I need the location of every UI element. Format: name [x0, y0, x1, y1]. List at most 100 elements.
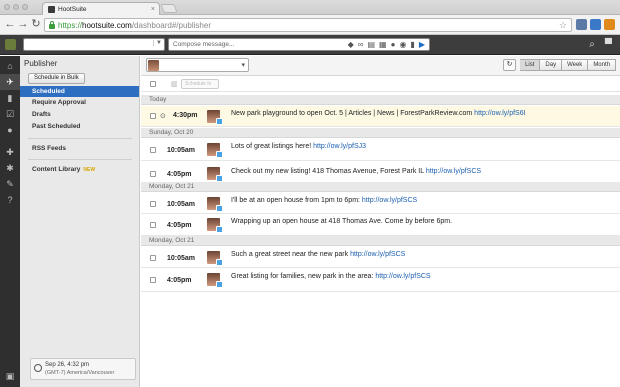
contacts-icon[interactable]: ● — [0, 122, 20, 138]
message-checkbox[interactable] — [150, 222, 156, 228]
profile-selector[interactable]: ▼ — [23, 38, 165, 51]
refresh-icon[interactable]: ↻ — [503, 59, 517, 71]
extension-check-icon[interactable] — [590, 19, 601, 30]
extension-hootlet-icon[interactable] — [576, 19, 587, 30]
analytics-icon[interactable]: ▮ — [0, 90, 20, 106]
logout-icon[interactable]: ▣ — [0, 368, 20, 384]
url-host: hootsuite.com — [82, 20, 132, 30]
message-link[interactable]: http://ow.ly/pfSCS — [362, 197, 417, 204]
privacy-icon[interactable]: ◉ — [399, 40, 406, 50]
publisher-icon[interactable]: ✈ — [0, 74, 20, 90]
tools-icon[interactable]: ✎ — [0, 176, 20, 192]
tab-month[interactable]: Month — [588, 59, 616, 71]
nav-rail: ⌂ ✈ ▮ ☑ ● ✚ ✱ ✎ ? ▣ — [0, 56, 20, 387]
message-body: Check out my new listing! 418 Thomas Ave… — [231, 168, 426, 175]
message-checkbox[interactable] — [150, 171, 156, 177]
day-header: Sunday, Oct 20 — [141, 128, 620, 138]
sidebar-item-content-library[interactable]: Content Library NEW — [20, 164, 139, 175]
tag-icon[interactable]: ◆ — [348, 40, 354, 50]
message-time: 4:05pm — [167, 277, 192, 284]
forward-icon[interactable]: → — [17, 18, 29, 31]
twitter-icon — [216, 118, 223, 125]
chevron-down-icon: ▾ — [241, 62, 245, 69]
browser-tab[interactable]: HootSuite × — [42, 2, 160, 15]
message-checkbox[interactable] — [150, 201, 156, 207]
timezone-clock[interactable]: Sep 26, 4:32 pm (GMT-7) America/Vancouve… — [30, 358, 136, 380]
schedule-in-bulk-button[interactable]: Schedule in Bulk — [28, 73, 85, 84]
message-checkbox[interactable] — [150, 255, 156, 261]
sidebar-item-drafts[interactable]: Drafts — [20, 109, 139, 120]
message-row[interactable]: ⊙ 4:30pm New park playground to open Oct… — [141, 106, 620, 127]
twitter-icon — [216, 205, 223, 212]
browser-tab-bar: HootSuite × — [0, 0, 620, 15]
sidebar-divider — [28, 138, 132, 139]
browser-menu-icon[interactable] — [604, 19, 615, 30]
message-link[interactable]: http://ow.ly/pfS6I — [474, 110, 525, 117]
compose-placeholder: Compose message... — [173, 41, 235, 48]
help-icon[interactable]: ? — [0, 192, 20, 208]
message-row[interactable]: 4:05pm Wrapping up an open house at 418 … — [141, 214, 620, 236]
hootsuite-logo-icon[interactable] — [5, 39, 16, 50]
tab-list[interactable]: List — [520, 59, 541, 71]
tab-day[interactable]: Day — [540, 59, 563, 71]
window-controls[interactable] — [4, 4, 28, 10]
message-time: 4:05pm — [167, 171, 192, 178]
message-link[interactable]: http://ow.ly/pfSJ3 — [313, 143, 366, 150]
schedule-in-button[interactable]: Schedule In — [181, 79, 219, 89]
address-bar[interactable]: https:// hootsuite.com /dashboard#/publi… — [44, 18, 572, 32]
bookmark-star-icon[interactable]: ☆ — [559, 20, 567, 31]
search-icon[interactable]: ⌕ — [589, 39, 595, 50]
settings-icon[interactable]: ✱ — [0, 160, 20, 176]
attach-icon[interactable]: ▤ — [367, 40, 375, 50]
calendar-icon[interactable]: ▦ — [379, 40, 387, 50]
avatar — [207, 251, 223, 266]
message-row[interactable]: 10:05am I'll be at an open house from 1p… — [141, 193, 620, 214]
apps-icon[interactable]: ✚ — [0, 144, 20, 160]
chevron-down-icon: ▼ — [153, 40, 162, 46]
message-checkbox[interactable] — [150, 277, 156, 283]
top-bar-right: ⌕ ▀ — [589, 39, 612, 50]
notifications-icon[interactable]: ▀ — [605, 39, 612, 50]
new-tab-button[interactable] — [160, 4, 178, 13]
home-icon[interactable]: ⌂ — [0, 58, 20, 74]
back-icon[interactable]: ← — [4, 18, 16, 31]
lock-icon — [49, 20, 55, 29]
message-text: Great listing for families, new park in … — [231, 273, 431, 280]
content-library-label: Content Library — [32, 166, 81, 173]
message-text: Lots of great listings here! http://ow.l… — [231, 143, 366, 150]
trash-icon[interactable]: ▥ — [171, 80, 178, 88]
message-time: 10:05am — [167, 147, 196, 154]
message-time: 4:05pm — [167, 222, 192, 229]
sidebar-item-require-approval[interactable]: Require Approval — [20, 97, 139, 108]
message-time: 4:30pm — [173, 112, 198, 119]
lock-icon[interactable]: ▮ — [410, 40, 414, 50]
message-checkbox[interactable] — [150, 113, 156, 119]
compose-tools: ◆ ∞ ▤ ▦ ● ◉ ▮ ▶ — [348, 40, 425, 50]
publisher-main: ▾ ↻ List Day Week Month ▥ Schedule In To… — [141, 56, 620, 387]
hootsuite-favicon-icon — [48, 5, 55, 13]
publisher-sidebar: Publisher Schedule in Bulk Scheduled Req… — [20, 56, 140, 387]
location-icon[interactable]: ● — [391, 40, 396, 50]
social-profile-picker[interactable]: ▾ — [146, 58, 249, 72]
tab-week[interactable]: Week — [562, 59, 589, 71]
message-link[interactable]: http://ow.ly/pfSCS — [426, 168, 481, 175]
message-row[interactable]: 10:05am Such a great street near the new… — [141, 247, 620, 268]
close-tab-icon[interactable]: × — [151, 6, 155, 13]
message-row[interactable]: 4:05pm Great listing for families, new p… — [141, 268, 620, 292]
sidebar-item-scheduled[interactable]: Scheduled — [20, 86, 139, 97]
message-row[interactable]: 10:05am Lots of great listings here! htt… — [141, 139, 620, 161]
compose-message-input[interactable]: Compose message... ◆ ∞ ▤ ▦ ● ◉ ▮ ▶ — [168, 38, 430, 51]
select-all-checkbox[interactable] — [150, 81, 156, 87]
assignments-icon[interactable]: ☑ — [0, 106, 20, 122]
sidebar-item-rss-feeds[interactable]: RSS Feeds — [20, 143, 139, 154]
message-link[interactable]: http://ow.ly/pfSCS — [375, 273, 430, 280]
view-tabs: ↻ List Day Week Month — [503, 59, 616, 71]
publisher-header: ▾ ↻ List Day Week Month — [141, 56, 620, 76]
message-link[interactable]: http://ow.ly/pfSCS — [350, 251, 405, 258]
message-checkbox[interactable] — [150, 147, 156, 153]
day-header: Monday, Oct 21 — [141, 236, 620, 246]
link-icon[interactable]: ∞ — [358, 40, 364, 50]
send-icon[interactable]: ▶ — [419, 40, 425, 50]
sidebar-item-past-scheduled[interactable]: Past Scheduled — [20, 121, 139, 132]
reload-icon[interactable]: ↻ — [30, 18, 42, 31]
